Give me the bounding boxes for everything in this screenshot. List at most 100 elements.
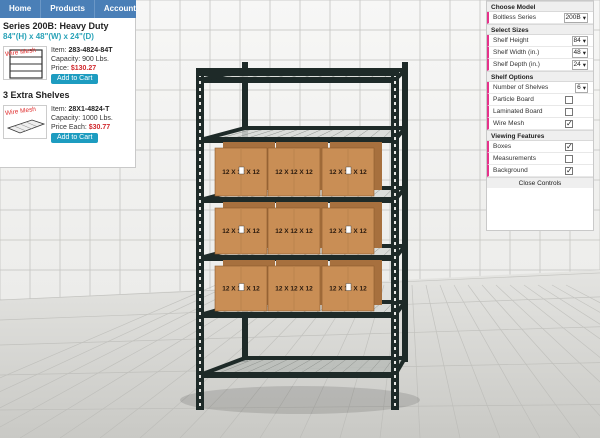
price-label: Price:: [51, 65, 69, 72]
box-label: 12 X 12 X 12: [275, 286, 313, 293]
depth-select[interactable]: 24 ▾: [571, 59, 588, 70]
post-hole: [199, 88, 201, 91]
product-details: Item: 283-4824-84T Capacity: 900 Lbs. Pr…: [51, 46, 113, 84]
post-hole: [394, 291, 396, 294]
post-hole: [394, 116, 396, 119]
laminated-checkbox[interactable]: [565, 107, 573, 116]
boxes-checkbox[interactable]: [565, 142, 573, 151]
post-hole: [199, 263, 201, 266]
width-value: 48: [573, 49, 581, 56]
num-shelves-label: Number of Shelves: [493, 84, 549, 91]
post-hole: [199, 305, 201, 308]
post-hole: [199, 396, 201, 399]
post-hole: [199, 221, 201, 224]
price-label: Price Each:: [51, 124, 87, 131]
post-hole: [199, 270, 201, 273]
post-hole: [394, 354, 396, 357]
back-beam: [245, 356, 405, 360]
background-checkbox[interactable]: [565, 166, 573, 175]
select-sizes-header: Select Sizes: [487, 24, 593, 35]
post-hole: [394, 130, 396, 133]
width-select[interactable]: 48 ▾: [571, 47, 588, 58]
nav-home[interactable]: Home: [0, 0, 42, 18]
particle-checkbox[interactable]: [565, 95, 573, 104]
post-hole: [199, 228, 201, 231]
post-hole: [394, 228, 396, 231]
post-hole: [394, 375, 396, 378]
chevron-down-icon: ▾: [582, 61, 586, 69]
nav-products[interactable]: Products: [41, 0, 95, 18]
box-sticker: [345, 225, 352, 234]
post-hole: [199, 151, 201, 154]
post-hole: [199, 249, 201, 252]
post-hole: [199, 326, 201, 329]
series-select[interactable]: 200B ▾: [563, 12, 588, 23]
top-beam: [196, 68, 399, 76]
series-dimensions: 84"(H) x 48"(W) x 24"(D): [3, 32, 94, 41]
box-sticker: [238, 225, 245, 234]
post-hole: [199, 298, 201, 301]
add-extra-to-cart-button[interactable]: Add to Cart: [51, 133, 99, 143]
add-to-cart-button[interactable]: Add to Cart: [51, 74, 99, 84]
post-hole: [199, 277, 201, 280]
post-hole: [199, 361, 201, 364]
post-hole: [394, 193, 396, 196]
post-hole: [394, 263, 396, 266]
post-hole: [394, 382, 396, 385]
post-hole: [394, 95, 396, 98]
box-sticker: [345, 166, 352, 175]
post-hole: [394, 312, 396, 315]
post-hole: [394, 221, 396, 224]
post-hole: [199, 354, 201, 357]
rack-post: [391, 68, 399, 410]
extra-shelf-thumbnail[interactable]: Wire Mesh: [3, 105, 47, 139]
post-hole: [199, 312, 201, 315]
box-sticker: [238, 166, 245, 175]
post-hole: [199, 333, 201, 336]
rack-post: [402, 62, 408, 362]
nav-account[interactable]: Account: [95, 0, 145, 18]
measurements-label: Measurements: [493, 155, 536, 162]
shelf-unit-thumbnail[interactable]: Wire Mesh: [3, 46, 47, 80]
product-item: Wire Mesh Item: 283-4824-84T Capacity: 9…: [3, 46, 132, 84]
background-label: Background: [493, 167, 528, 174]
box-sticker: [345, 283, 352, 291]
series-title: Series 200B: Heavy Duty: [3, 21, 109, 31]
depth-value: 24: [573, 61, 581, 68]
post-hole: [199, 172, 201, 175]
post-hole: [199, 193, 201, 196]
width-label: Shelf Width (in.): [493, 49, 540, 56]
measurements-checkbox[interactable]: [565, 154, 573, 163]
post-hole: [394, 165, 396, 168]
height-row: Shelf Height 84 ▾: [487, 35, 593, 47]
chevron-down-icon: ▾: [582, 14, 586, 22]
post-hole: [394, 361, 396, 364]
boxes-row: Boxes: [487, 141, 593, 153]
rack-post: [196, 68, 204, 410]
post-hole: [199, 137, 201, 140]
height-select[interactable]: 84 ▾: [571, 35, 588, 46]
num-shelves-select[interactable]: 6 ▾: [575, 82, 588, 93]
post-hole: [199, 179, 201, 182]
post-hole: [394, 319, 396, 322]
post-hole: [394, 326, 396, 329]
post-hole: [394, 403, 396, 406]
post-hole: [394, 277, 396, 280]
chevron-down-icon: ▾: [582, 49, 586, 57]
extra-item: Wire Mesh Item: 28X1-4824-T Capacity: 10…: [3, 105, 132, 143]
post-hole: [199, 403, 201, 406]
post-hole: [199, 319, 201, 322]
item-code: 283-4824-84T: [68, 47, 113, 54]
close-controls-button[interactable]: Close Controls: [487, 177, 593, 188]
post-hole: [394, 200, 396, 203]
post-hole: [394, 207, 396, 210]
post-hole: [199, 158, 201, 161]
post-hole: [199, 340, 201, 343]
post-hole: [199, 186, 201, 189]
num-shelves-row: Number of Shelves 6 ▾: [487, 82, 593, 94]
post-hole: [199, 291, 201, 294]
post-hole: [199, 109, 201, 112]
post-hole: [199, 144, 201, 147]
wire-checkbox[interactable]: [565, 119, 573, 128]
particle-row: Particle Board: [487, 94, 593, 106]
